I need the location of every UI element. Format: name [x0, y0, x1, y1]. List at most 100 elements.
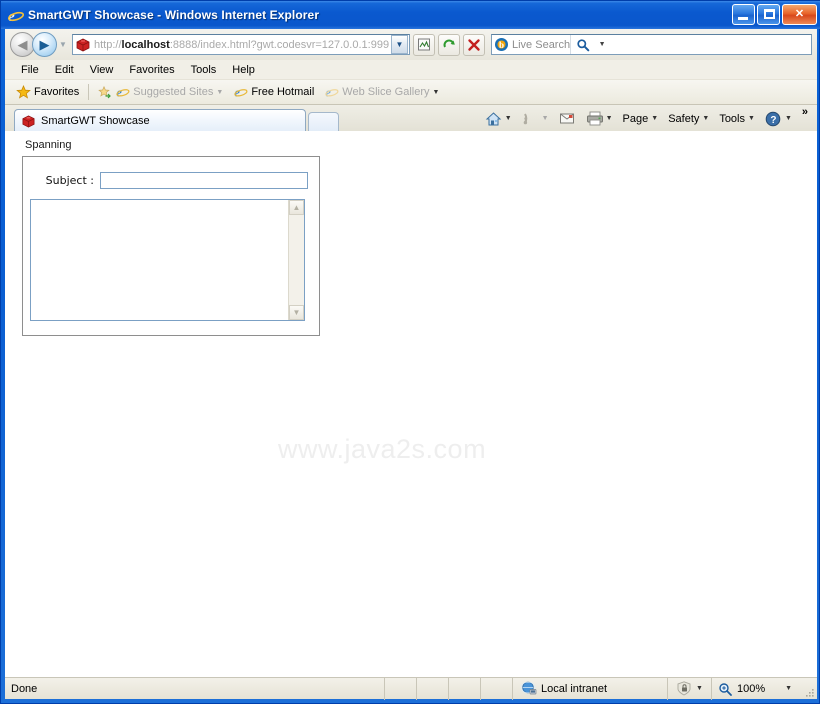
address-dropdown-button[interactable]: ▼	[391, 35, 408, 54]
status-bar-spacer	[448, 678, 480, 700]
internet-explorer-icon: e	[7, 7, 24, 24]
menu-item-help[interactable]: Help	[224, 63, 263, 77]
chevron-down-icon: ▼	[748, 115, 755, 122]
maximize-button[interactable]	[757, 4, 780, 25]
zoom-control[interactable]: 100% ▼	[711, 678, 803, 700]
browser-client-area: ◀ ▶ ▼ http://localhost:8888/index.html?g…	[5, 29, 817, 679]
chevron-down-icon: ▼	[542, 115, 549, 122]
chevron-down-icon: ▼	[396, 40, 404, 49]
home-icon	[485, 111, 502, 127]
favorites-button[interactable]: Favorites	[11, 84, 84, 100]
navigation-toolbar: ◀ ▶ ▼ http://localhost:8888/index.html?g…	[5, 29, 817, 60]
chevron-down-icon: ▼	[606, 115, 613, 122]
print-button[interactable]: ▼	[581, 109, 618, 129]
status-bar-spacers	[384, 678, 512, 700]
zoom-level-label: 100%	[737, 683, 765, 695]
command-safety-button[interactable]: Safety ▼	[663, 111, 714, 127]
window-title: SmartGWT Showcase - Windows Internet Exp…	[28, 8, 319, 22]
status-bar-spacer	[384, 678, 416, 700]
command-tools-button[interactable]: Tools ▼	[714, 111, 760, 127]
feeds-button[interactable]: ▼	[517, 109, 554, 129]
favorites-button-label: Favorites	[34, 86, 79, 98]
search-go-button[interactable]	[570, 35, 595, 54]
chevron-down-icon: ▼	[293, 308, 301, 317]
status-text: Done	[5, 683, 37, 695]
favorites-item-label: Web Slice Gallery	[342, 86, 429, 98]
internet-explorer-icon: e	[115, 85, 130, 99]
menu-item-file[interactable]: File	[13, 63, 47, 77]
section-title: Spanning	[25, 139, 72, 151]
details-textarea-scrollbar[interactable]: ▲ ▼	[288, 200, 304, 320]
favorites-bar: Favorites e Suggested Sites ▼ e	[5, 80, 817, 105]
star-icon	[16, 85, 31, 99]
mail-icon	[559, 111, 576, 127]
close-x-icon	[467, 38, 481, 52]
search-provider-dropdown[interactable]: ▼	[595, 35, 609, 54]
read-mail-button[interactable]	[554, 109, 581, 129]
command-tools-label: Tools	[719, 113, 745, 125]
close-icon: ✕	[783, 5, 816, 24]
protected-mode-indicator[interactable]: ▼	[667, 678, 711, 700]
help-question-icon: ?	[765, 111, 782, 127]
search-box[interactable]: b Live Search ▼	[491, 34, 812, 55]
chevron-down-icon: ▼	[696, 685, 703, 692]
stop-button[interactable]	[463, 34, 485, 56]
favorites-item-suggested-sites[interactable]: e Suggested Sites ▼	[93, 84, 228, 100]
scroll-up-button[interactable]: ▲	[289, 200, 304, 215]
browser-window: e SmartGWT Showcase - Windows Internet E…	[0, 0, 820, 704]
printer-icon	[586, 111, 603, 127]
favorites-item-web-slice-gallery[interactable]: e Web Slice Gallery ▼	[319, 84, 444, 100]
site-favicon-toolbox-icon	[21, 114, 36, 128]
compatibility-view-button[interactable]	[413, 34, 435, 56]
minimize-icon	[738, 17, 748, 20]
chevron-down-icon: ▼	[702, 115, 709, 122]
favorites-item-free-hotmail[interactable]: e Free Hotmail	[228, 84, 319, 100]
address-bar-url: http://localhost:8888/index.html?gwt.cod…	[94, 39, 391, 51]
chevron-down-icon: ▼	[59, 40, 67, 49]
spanning-form-panel: Subject : ▲ ▼	[22, 156, 320, 336]
chevron-down-icon: ▼	[785, 685, 792, 692]
command-page-button[interactable]: Page ▼	[618, 111, 664, 127]
security-zone-indicator[interactable]: Local intranet	[512, 678, 667, 700]
security-zone-label: Local intranet	[541, 683, 607, 695]
favorites-separator	[88, 84, 89, 100]
recent-pages-button[interactable]: ▼	[57, 32, 69, 57]
chevron-up-icon: ▲	[293, 203, 301, 212]
globe-network-icon	[521, 681, 537, 696]
subject-input[interactable]	[100, 172, 308, 189]
new-tab-button[interactable]	[308, 112, 339, 132]
home-button[interactable]: ▼	[480, 109, 517, 129]
minimize-button[interactable]	[732, 4, 755, 25]
chevron-double-right-icon: »	[802, 106, 808, 118]
menu-item-tools[interactable]: Tools	[183, 63, 225, 77]
url-host: localhost	[122, 39, 170, 51]
chevron-down-icon: ▼	[505, 115, 512, 122]
url-prefix: http://	[94, 39, 122, 51]
title-bar: e SmartGWT Showcase - Windows Internet E…	[1, 1, 820, 29]
address-bar[interactable]: http://localhost:8888/index.html?gwt.cod…	[72, 34, 410, 55]
page-content: www.java2s.com Spanning Subject : ▲ ▼	[5, 131, 817, 679]
details-textarea-wrapper: ▲ ▼	[30, 199, 305, 321]
arrow-right-icon: ▶	[33, 33, 56, 56]
close-button[interactable]: ✕	[782, 4, 817, 25]
forward-button[interactable]: ▶	[32, 32, 57, 57]
details-textarea[interactable]	[31, 200, 288, 320]
resize-grip[interactable]	[803, 678, 817, 700]
menu-item-edit[interactable]: Edit	[47, 63, 82, 77]
favorites-item-label: Free Hotmail	[251, 86, 314, 98]
refresh-icon	[442, 38, 457, 52]
help-button[interactable]: ? ▼	[760, 109, 797, 129]
arrow-left-icon: ◀	[11, 33, 34, 56]
menu-item-favorites[interactable]: Favorites	[121, 63, 182, 77]
tab-smartgwt-showcase[interactable]: SmartGWT Showcase	[14, 109, 306, 132]
search-input-placeholder: Live Search	[512, 39, 570, 51]
menu-item-view[interactable]: View	[82, 63, 122, 77]
zoom-magnifier-icon	[718, 682, 733, 696]
refresh-button[interactable]	[438, 34, 460, 56]
command-overflow-button[interactable]: »	[797, 105, 813, 120]
scroll-down-button[interactable]: ▼	[289, 305, 304, 320]
subject-form-row: Subject :	[30, 172, 308, 189]
lock-shield-icon	[676, 681, 693, 696]
status-bar-spacer	[480, 678, 512, 700]
command-bar: ▼ ▼	[480, 105, 817, 132]
